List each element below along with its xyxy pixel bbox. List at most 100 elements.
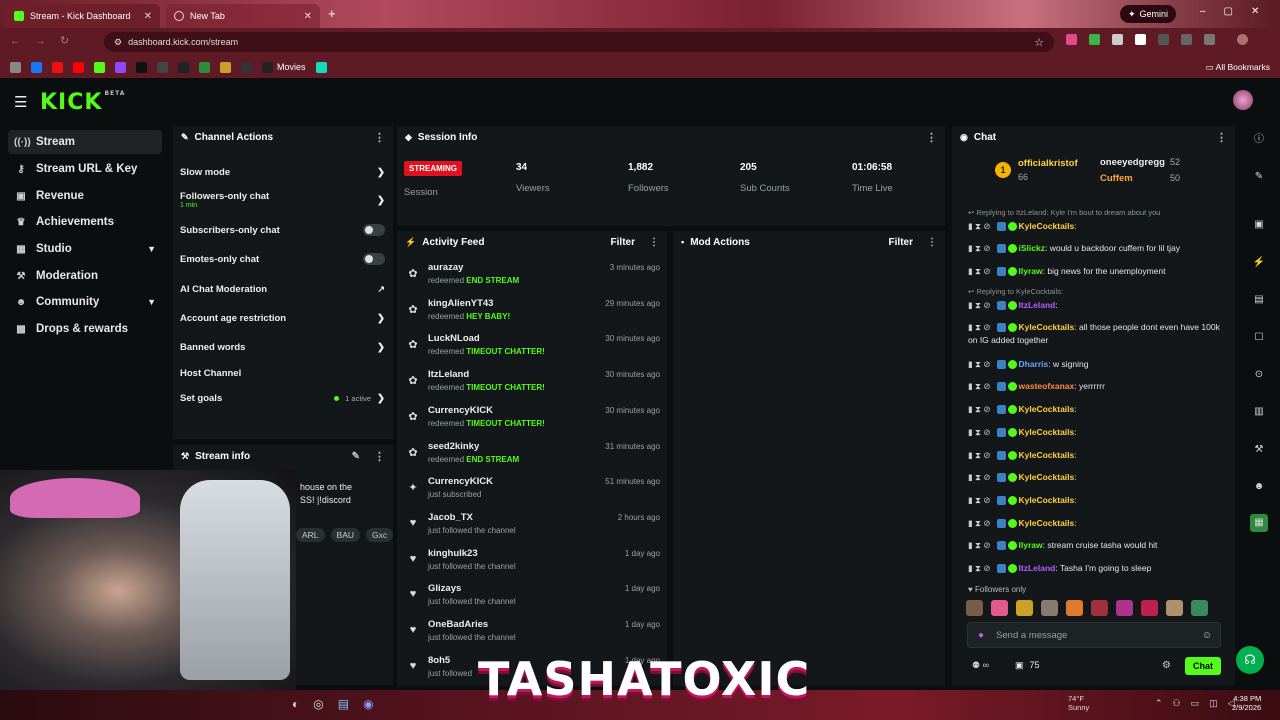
chat-username[interactable]: KyleCocktails: [1019, 322, 1075, 332]
new-tab-plus-icon[interactable]: +: [328, 6, 336, 21]
activity-item[interactable]: ✿ aurazay redeemed END STREAM 3 minutes ago: [404, 262, 662, 296]
chat-message-input[interactable]: ● Send a message ☺: [967, 622, 1221, 648]
emote-picker-icon[interactable]: ☺: [1202, 630, 1212, 641]
twitch-icon[interactable]: [115, 61, 126, 73]
chat-username[interactable]: KyleCocktails: [1019, 427, 1075, 437]
emote-icon[interactable]: [966, 600, 983, 616]
mod-actions-icon[interactable]: ▮ ⧗ ⊘: [968, 495, 991, 505]
followers-only-row[interactable]: Followers-only chat 1 min ❯: [180, 190, 385, 210]
discord-icon[interactable]: ◉: [363, 697, 373, 711]
user-avatar[interactable]: [1233, 90, 1253, 110]
chat-icon[interactable]: ☐: [1250, 329, 1268, 347]
more-options-icon[interactable]: ⋮: [927, 237, 937, 248]
activity-username[interactable]: CurrencyKICK: [428, 476, 493, 487]
activity-item[interactable]: ✿ LuckNLoad redeemed TIMEOUT CHATTER! 30 mi…: [404, 333, 662, 367]
activity-item[interactable]: ✿ CurrencyKICK redeemed TIMEOUT CHATTER! 30…: [404, 405, 662, 439]
chat-username[interactable]: ItzLeland: [1019, 300, 1056, 310]
activity-item[interactable]: ♥ OneBadAries just followed the channel 1 …: [404, 619, 662, 653]
chrome-icon[interactable]: ◎: [313, 697, 323, 711]
emote-icon[interactable]: [991, 600, 1008, 616]
broadcast-icon[interactable]: ⊙: [1250, 366, 1268, 384]
chat-username[interactable]: llyraw: [1019, 540, 1043, 550]
extension-icon[interactable]: [1181, 34, 1192, 45]
tag-chip[interactable]: BAU: [330, 528, 361, 542]
host-channel-row[interactable]: Host Channel: [180, 366, 385, 380]
bookmark-icon[interactable]: [178, 61, 189, 73]
mod-actions-icon[interactable]: ▮ ⧗ ⊘: [968, 427, 991, 437]
sidebar-item-achievements[interactable]: ♛ Achievements: [8, 210, 162, 234]
banned-words-row[interactable]: Banned words ❯: [180, 339, 385, 355]
activity-username[interactable]: Jacob_TX: [428, 512, 473, 523]
chat-username[interactable]: Dharris: [1019, 359, 1049, 369]
activity-username[interactable]: LuckNLoad: [428, 333, 480, 344]
mod-actions-icon[interactable]: ▮ ⧗ ⊘: [968, 540, 991, 550]
all-bookmarks[interactable]: ▭ All Bookmarks: [1206, 62, 1270, 73]
bookmark-icon[interactable]: [315, 61, 327, 73]
bookmark-icon[interactable]: [199, 61, 210, 73]
activity-item[interactable]: ♥ Jacob_TX just followed the channel 2 hou…: [404, 512, 662, 546]
sidebar-item-revenue[interactable]: ▣ Revenue: [8, 184, 162, 208]
emote-icon[interactable]: [1166, 600, 1183, 616]
youtube-icon[interactable]: [73, 61, 84, 73]
mod-actions-icon[interactable]: ▮ ⧗ ⊘: [968, 381, 991, 391]
sidebar-item-moderation[interactable]: ⚒ Moderation: [8, 264, 162, 288]
activity-item[interactable]: ♥ Glizays just followed the channel 1 day …: [404, 583, 662, 617]
bookmark-icon[interactable]: [220, 61, 231, 73]
emote-icon[interactable]: [1066, 600, 1083, 616]
clipboard-icon[interactable]: ▤: [1250, 291, 1268, 309]
chat-username[interactable]: KyleCocktails: [1019, 472, 1075, 482]
sidebar-item-stream[interactable]: ((·)) Stream: [8, 130, 162, 154]
bookmark-icon[interactable]: [52, 61, 63, 73]
activity-username[interactable]: seed2kinky: [428, 441, 479, 452]
hamburger-menu-icon[interactable]: ☰: [14, 93, 27, 111]
mod-actions-icon[interactable]: ▮ ⧗ ⊘: [968, 300, 991, 310]
mod-actions-icon[interactable]: ▮ ⧗ ⊘: [968, 563, 991, 573]
profile-avatar[interactable]: [1237, 34, 1248, 45]
chat-username[interactable]: ItzLeland: [1019, 563, 1056, 573]
chat-username[interactable]: wasteofxanax: [1019, 381, 1075, 391]
leader-name[interactable]: oneeyedgregg: [1100, 157, 1165, 168]
settings-gear-icon[interactable]: ⚙: [1162, 660, 1171, 671]
sidebar-item-studio[interactable]: ▦ Studio ▼: [8, 237, 162, 261]
clock[interactable]: 4:38 PM 2/9/2026: [1232, 694, 1261, 712]
activity-item[interactable]: ✿ ItzLeland redeemed TIMEOUT CHATTER! 30 mi…: [404, 369, 662, 403]
activity-item[interactable]: ♥ kinghulk23 just followed the channel 1 d…: [404, 548, 662, 582]
chat-tools-icon[interactable]: ⚉ ∞: [972, 660, 989, 671]
sidebar-item-community[interactable]: ☻ Community ▼: [8, 290, 162, 314]
slow-mode-row[interactable]: Slow mode ❯: [180, 164, 385, 180]
star-icon[interactable]: ☆: [1034, 36, 1044, 49]
tab-kick-dashboard[interactable]: Stream - Kick Dashboard ✕: [6, 4, 160, 28]
activity-username[interactable]: kinghulk23: [428, 548, 478, 559]
kick-logo[interactable]: KICK BETA: [40, 90, 125, 115]
emote-icon[interactable]: [1141, 600, 1158, 616]
facebook-icon[interactable]: [31, 61, 42, 73]
channel-points[interactable]: ▣ 75: [1015, 660, 1040, 671]
headset-support-icon[interactable]: ☊: [1236, 646, 1264, 674]
emote-icon[interactable]: [1016, 600, 1033, 616]
close-icon[interactable]: ✕: [304, 11, 312, 22]
activity-username[interactable]: aurazay: [428, 262, 463, 273]
activity-username[interactable]: CurrencyKICK: [428, 405, 493, 416]
extension-icon[interactable]: [1112, 34, 1123, 45]
edit-icon[interactable]: ✎: [352, 451, 360, 462]
kick-icon[interactable]: [94, 61, 105, 73]
emotes-only-toggle[interactable]: [363, 253, 385, 265]
weather-widget[interactable]: 74°F Sunny: [1068, 694, 1089, 712]
tag-chip[interactable]: ARL: [296, 528, 325, 542]
more-options-icon[interactable]: ⋮: [1216, 131, 1227, 144]
activity-item[interactable]: ✿ seed2kinky redeemed END STREAM 31 minutes…: [404, 441, 662, 475]
activity-username[interactable]: ItzLeland: [428, 369, 469, 380]
notepad-icon[interactable]: ▤: [338, 697, 349, 711]
pencil-icon[interactable]: ✎: [1250, 168, 1268, 186]
more-options-icon[interactable]: ⋮: [374, 131, 385, 144]
url-input[interactable]: ⚙ dashboard.kick.com/stream ☆: [104, 32, 1054, 52]
more-options-icon[interactable]: ⋮: [374, 450, 385, 463]
chat-username[interactable]: KyleCocktails: [1019, 495, 1075, 505]
extension-icon[interactable]: [1135, 34, 1146, 45]
activity-username[interactable]: OneBadAries: [428, 619, 488, 630]
mod-actions-icon[interactable]: ▮ ⧗ ⊘: [968, 518, 991, 528]
mod-actions-icon[interactable]: ▮ ⧗ ⊘: [968, 359, 991, 369]
chat-username[interactable]: llyraw: [1019, 266, 1043, 276]
account-age-row[interactable]: Account age restriction ❯: [180, 310, 385, 326]
activity-username[interactable]: Glizays: [428, 583, 461, 594]
